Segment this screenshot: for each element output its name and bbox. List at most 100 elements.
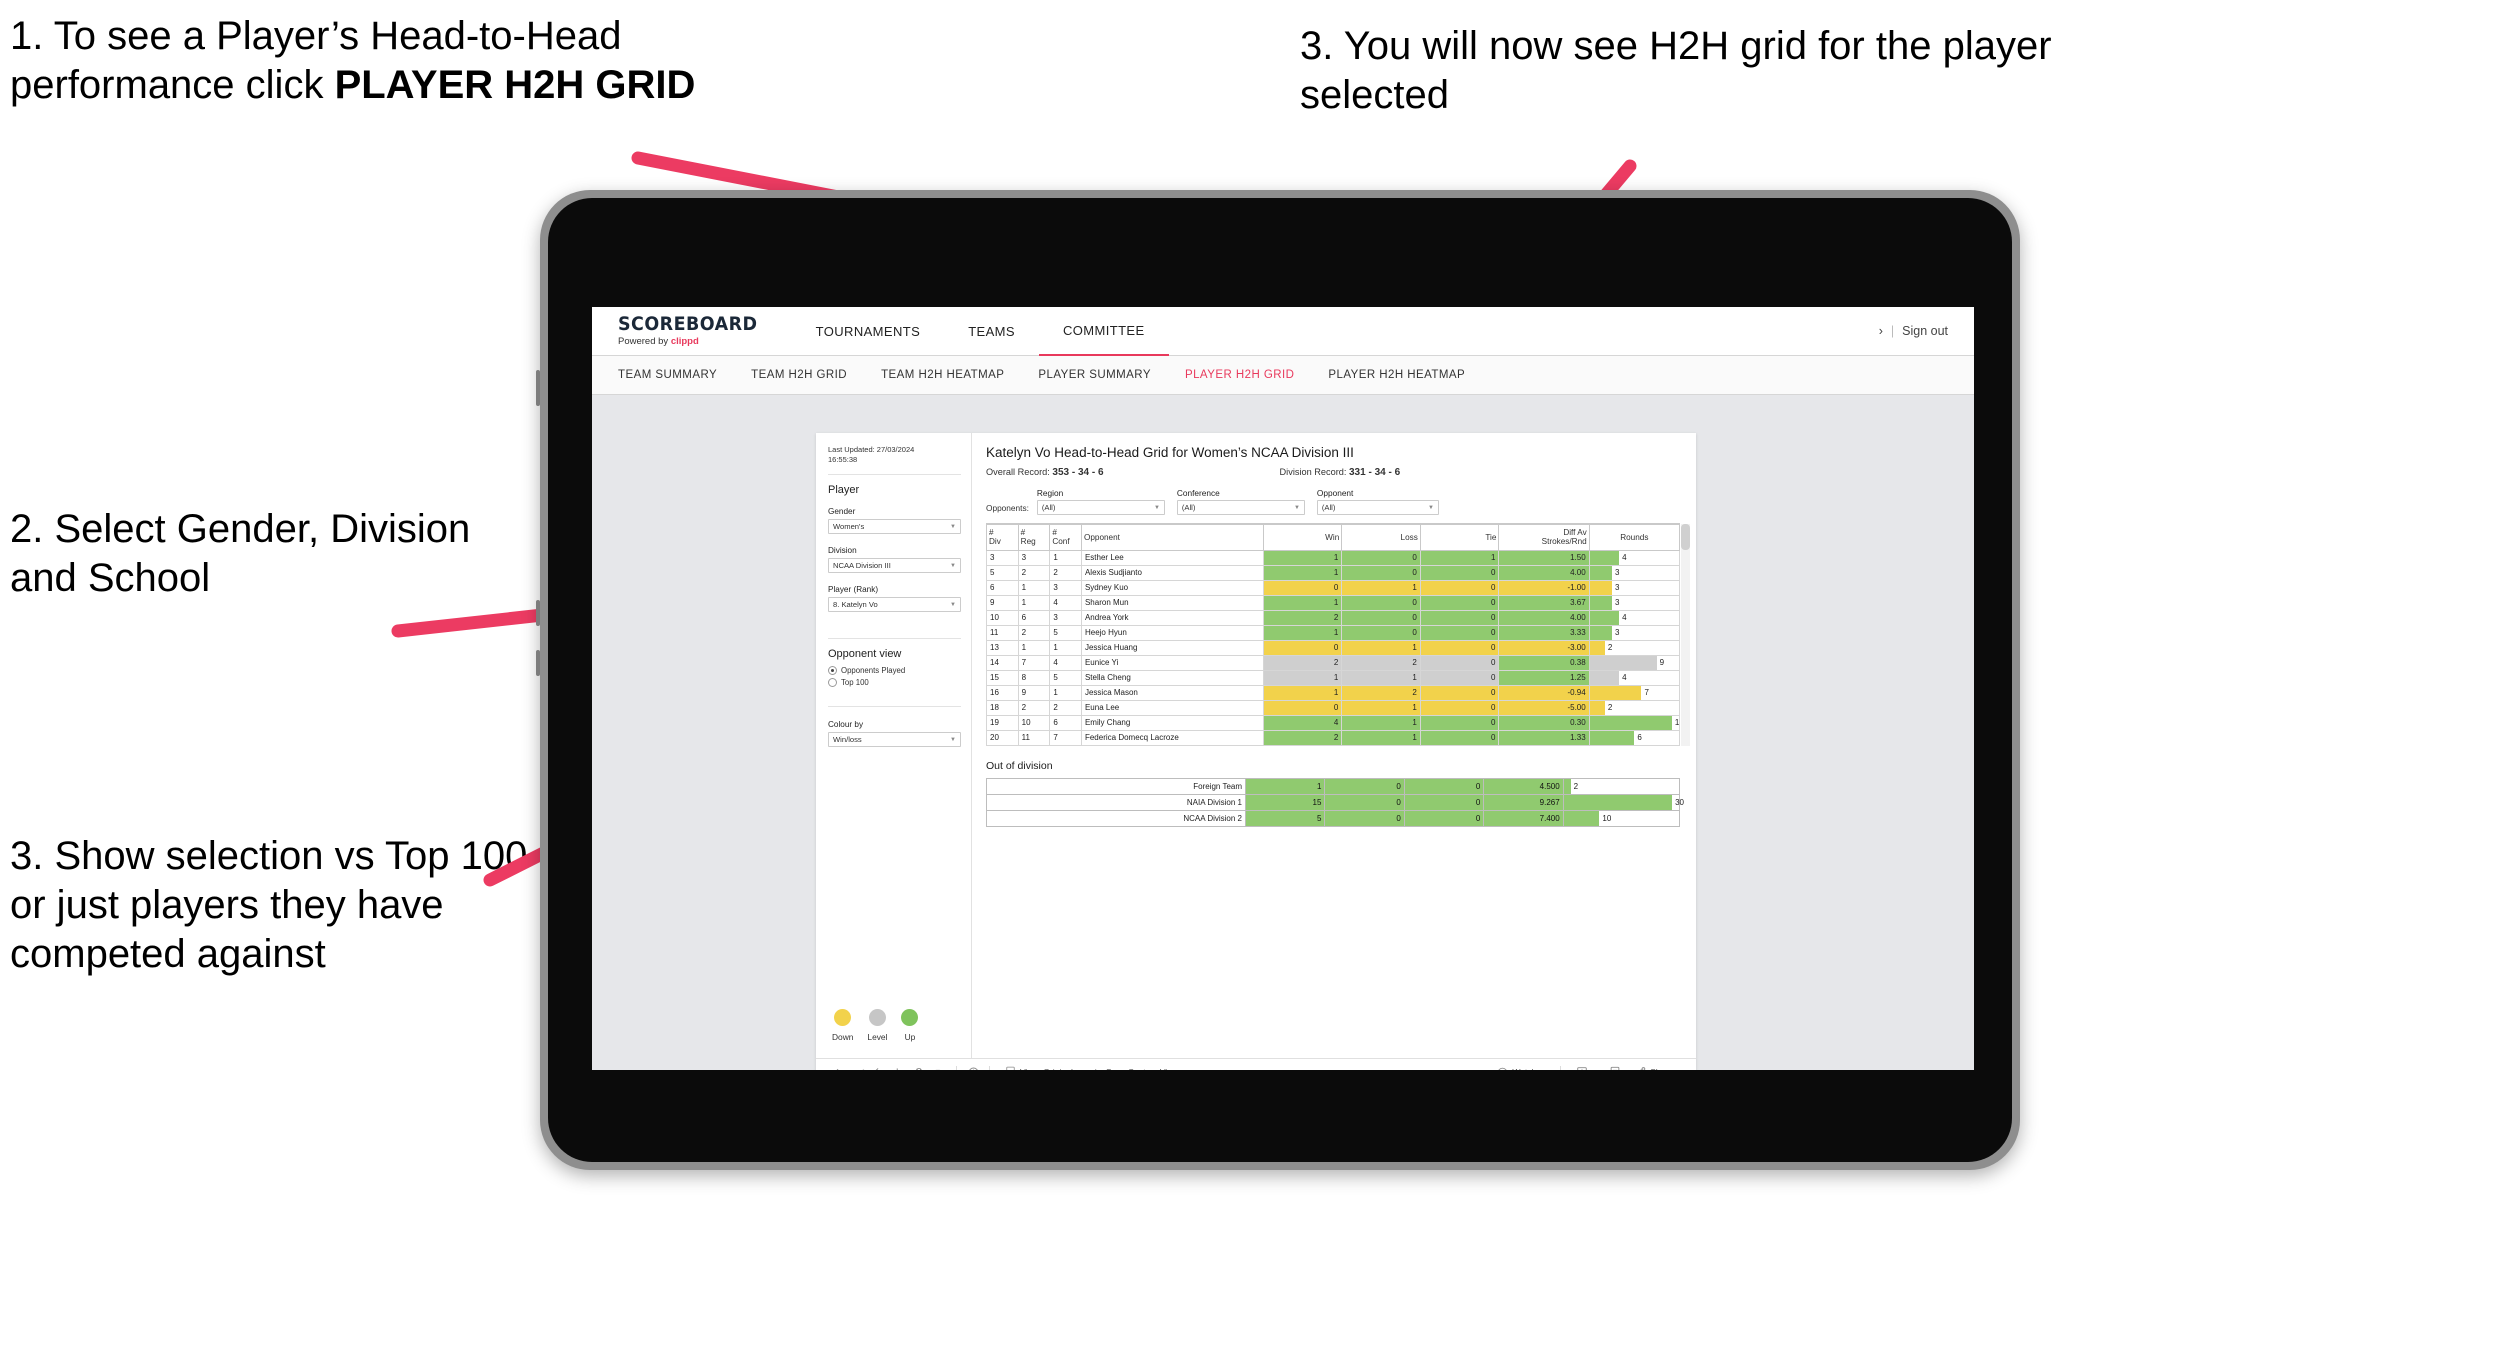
table-row[interactable]: 11 2 5 Heejo Hyun 1 0 0 3.33 3 <box>986 624 1681 641</box>
tab-team-summary[interactable]: TEAM SUMMARY <box>618 369 717 381</box>
cell-div: 16 <box>986 684 1019 701</box>
nav-item-committee[interactable]: COMMITTEE <box>1038 307 1169 356</box>
redo-icon[interactable] <box>850 1063 870 1070</box>
table-row[interactable]: 3 3 1 Esther Lee 1 0 1 1.50 4 <box>986 549 1681 566</box>
cell-reg: 2 <box>1017 564 1051 581</box>
cell-div: 19 <box>986 714 1019 731</box>
table-row[interactable]: 14 7 4 Eunice Yi 2 2 0 0.38 9 <box>986 654 1681 671</box>
cell-rounds: 9 <box>1588 654 1681 671</box>
cell-diff: 3.67 <box>1498 594 1590 611</box>
grid-scrollbar-thumb[interactable] <box>1681 524 1690 550</box>
nav-item-tournaments[interactable]: TOURNAMENTS <box>792 307 945 355</box>
cell-win: 1 <box>1244 777 1326 795</box>
cell-tie: 0 <box>1403 777 1485 795</box>
nav-item-teams[interactable]: TEAMS <box>944 307 1039 355</box>
revert-icon[interactable] <box>870 1063 890 1070</box>
cell-rounds: 3 <box>1588 564 1681 581</box>
col-conf-word: Conf <box>1052 537 1070 547</box>
tab-team-h2h-heatmap[interactable]: TEAM H2H HEATMAP <box>881 369 1004 381</box>
opponent-select[interactable]: (All) ▼ <box>1316 500 1439 515</box>
col-win: Win <box>1262 524 1343 551</box>
legend-dot-down <box>834 1009 852 1026</box>
cell-div: 10 <box>986 609 1019 626</box>
chevron-down-icon: ▼ <box>950 523 956 530</box>
cell-diff: 1.33 <box>1498 729 1590 746</box>
annotation-2: 2. Select Gender, Division and School <box>10 507 471 600</box>
cell-rounds: 3 <box>1588 594 1681 611</box>
conference-select[interactable]: (All) ▼ <box>1176 500 1305 515</box>
cell-reg: 8 <box>1017 669 1051 686</box>
pane-divider-1 <box>828 474 961 476</box>
gender-select[interactable]: Women's ▼ <box>828 519 961 535</box>
refresh-icon[interactable] <box>890 1063 910 1070</box>
undo-icon[interactable] <box>830 1063 850 1070</box>
pause-updates-icon[interactable] <box>910 1063 930 1070</box>
table-row[interactable]: 9 1 4 Sharon Mun 1 0 0 3.67 3 <box>986 594 1681 611</box>
cell-division-name: NCAA Division 2 <box>986 809 1246 827</box>
table-row[interactable]: 10 6 3 Andrea York 2 0 0 4.00 4 <box>986 609 1681 626</box>
last-updated: Last Updated: 27/03/2024 16:55:38 <box>828 445 961 465</box>
cell-win: 5 <box>1244 809 1326 827</box>
cell-tie: 0 <box>1419 729 1500 746</box>
cell-conf: 1 <box>1049 639 1082 656</box>
cell-div: 9 <box>986 594 1019 611</box>
table-row[interactable]: 5 2 2 Alexis Sudjianto 1 0 0 4.00 3 <box>986 564 1681 581</box>
cell-win: 0 <box>1262 699 1343 716</box>
col-div-word: Div <box>989 537 1001 547</box>
tablet-screen: SCOREBOARD Powered by clippd TOURNAMENTS… <box>592 307 1974 1070</box>
tablet-device-frame: SCOREBOARD Powered by clippd TOURNAMENTS… <box>536 190 2020 1170</box>
cell-win: 1 <box>1262 594 1343 611</box>
cell-reg: 11 <box>1017 729 1051 746</box>
table-row[interactable]: 15 8 5 Stella Cheng 1 1 0 1.25 4 <box>986 669 1681 686</box>
cell-div: 15 <box>986 669 1019 686</box>
grid-scrollbar-track[interactable] <box>1681 524 1690 746</box>
download-button[interactable]: ▾ <box>1567 1066 1605 1070</box>
table-row[interactable]: 13 1 1 Jessica Huang 0 1 0 -3.00 2 <box>986 639 1681 656</box>
table-row[interactable]: NAIA Division 1 15 0 0 9.267 30 <box>986 793 1684 811</box>
app-header: SCOREBOARD Powered by clippd TOURNAMENTS… <box>592 307 1974 356</box>
cell-conf: 5 <box>1049 624 1082 641</box>
highlight-icon[interactable] <box>930 1063 950 1070</box>
share-button[interactable]: Share <box>1625 1066 1682 1070</box>
fullscreen-icon[interactable] <box>1605 1063 1625 1070</box>
cell-div: 14 <box>986 654 1019 671</box>
toolbar-separator-1 <box>956 1065 957 1070</box>
cell-rounds: 2 <box>1588 639 1681 656</box>
radio-opponents-played[interactable]: Opponents Played <box>828 666 961 676</box>
reset-icon[interactable] <box>963 1063 983 1070</box>
watch-button[interactable]: Watch ▾ <box>1488 1067 1553 1070</box>
cell-loss: 0 <box>1341 564 1421 581</box>
cell-div: 11 <box>986 624 1019 641</box>
cell-tie: 0 <box>1419 714 1500 731</box>
col-opponent: Opponent <box>1080 524 1264 551</box>
records-row: Overall Record: 353 - 34 - 6 Division Re… <box>986 467 1680 478</box>
radio-top-100[interactable]: Top 100 <box>828 678 961 688</box>
table-row[interactable]: Foreign Team 1 0 0 4.500 2 <box>986 777 1681 795</box>
tab-team-h2h-grid[interactable]: TEAM H2H GRID <box>751 369 847 381</box>
division-select[interactable]: NCAA Division III ▼ <box>828 558 961 574</box>
tab-player-h2h-grid[interactable]: PLAYER H2H GRID <box>1185 369 1294 381</box>
overall-record: Overall Record: 353 - 34 - 6 <box>986 467 1104 478</box>
player-rank-select[interactable]: 8. Katelyn Vo ▼ <box>828 597 961 613</box>
cell-loss: 2 <box>1341 684 1421 701</box>
table-row[interactable]: 20 11 7 Federica Domecq Lacroze 2 1 0 1.33 6 <box>986 729 1681 746</box>
logo-wordmark: SCOREBOARD <box>618 313 758 335</box>
table-row[interactable]: 6 1 3 Sydney Kuo 0 1 0 -1.00 3 <box>986 579 1681 596</box>
account-chevron-icon[interactable]: › <box>1879 324 1883 338</box>
table-row[interactable]: 19106Emily Chang4100.3011 <box>986 714 1681 731</box>
tab-player-summary[interactable]: PLAYER SUMMARY <box>1038 369 1151 381</box>
table-row[interactable]: NCAA Division 2 5 0 0 7.400 10 <box>986 809 1681 827</box>
cell-rounds: 11 <box>1588 714 1681 731</box>
table-row[interactable]: 16 9 1 Jessica Mason 1 2 0 -0.94 7 <box>986 684 1681 701</box>
col-conf: # Conf <box>1049 524 1082 551</box>
tab-player-h2h-heatmap[interactable]: PLAYER H2H HEATMAP <box>1328 369 1465 381</box>
colour-by-select[interactable]: Win/loss ▼ <box>828 732 961 748</box>
cell-reg: 7 <box>1017 654 1051 671</box>
view-original-button[interactable]: View: Original <box>996 1066 1082 1070</box>
save-custom-view-button[interactable]: Save Custom View <box>1082 1066 1187 1070</box>
region-select[interactable]: (All) ▼ <box>1036 500 1165 515</box>
legend-item-down: Down <box>832 1009 853 1042</box>
conference-select-value: (All) <box>1181 503 1196 512</box>
table-row[interactable]: 18 2 2 Euna Lee 0 1 0 -5.00 2 <box>986 699 1681 716</box>
sign-out-link[interactable]: Sign out <box>1902 324 1948 338</box>
